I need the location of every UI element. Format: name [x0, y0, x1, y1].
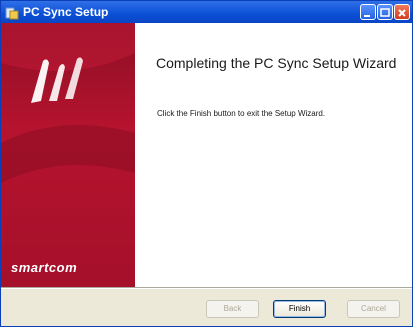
maximize-button[interactable] [377, 4, 393, 20]
setup-app-icon [5, 5, 19, 20]
smartcom-logo-icon [23, 53, 93, 112]
cancel-button-label: Cancel [361, 304, 386, 313]
brand-name: smartcom [11, 260, 78, 275]
back-button[interactable]: Back [206, 300, 259, 318]
close-icon [398, 9, 406, 17]
back-button-label: Back [223, 304, 242, 313]
window-title: PC Sync Setup [23, 5, 109, 19]
finish-button-label: Finish [288, 304, 311, 313]
minimize-button[interactable] [360, 4, 376, 20]
wizard-description: Click the Finish button to exit the Setu… [157, 109, 326, 118]
wizard-content: smartcom Completing the PC Sync Setup Wi… [1, 23, 412, 287]
wizard-side-panel: smartcom [1, 23, 135, 287]
maximize-icon [380, 8, 390, 17]
minimize-icon [364, 15, 370, 17]
finish-button[interactable]: Finish [273, 300, 326, 318]
setup-wizard-window: PC Sync Setup smartcom Completing the PC… [0, 0, 413, 327]
wizard-heading: Completing the PC Sync Setup Wizard [156, 55, 397, 71]
title-bar[interactable]: PC Sync Setup [1, 1, 412, 23]
cancel-button[interactable]: Cancel [347, 300, 400, 318]
footer-divider [1, 287, 412, 289]
close-button[interactable] [394, 4, 410, 20]
